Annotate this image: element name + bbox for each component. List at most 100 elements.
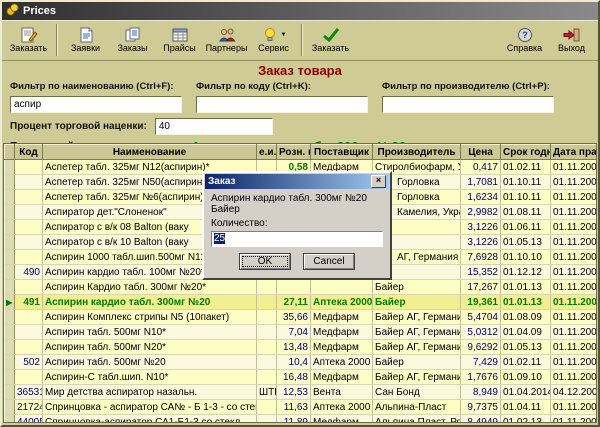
cell: 7,04 (277, 325, 311, 340)
cell: 01.11.2008 (551, 325, 598, 340)
table-row[interactable]: Аспирин Кардио табл. 300мг №20*Байер17,2… (5, 280, 598, 295)
toolbar-button-service[interactable]: ▼ Сервис (250, 21, 297, 59)
table-row[interactable]: 36531Мир детства аспиратор назальн.ШТК12… (5, 385, 598, 400)
cell: Медфарм (311, 370, 373, 385)
row-marker-cell (5, 265, 15, 280)
cell: 1,7081 (461, 175, 501, 190)
cell (257, 370, 277, 385)
cell: 8,949 (461, 385, 501, 400)
table-row[interactable]: 502Аспирин табл. 500мг №2010,4Аптека 200… (5, 355, 598, 370)
main-toolbar: Заказать Заявки Заказы Прайсы Партнеры (2, 20, 598, 61)
row-marker-cell (5, 190, 15, 205)
filter-code-label: Фильтр по коду (Ctrl+K): (196, 81, 368, 92)
toolbar-button-label: Заявки (71, 43, 100, 54)
cell: 1,7676 (461, 370, 501, 385)
cell: 5,4704 (461, 310, 501, 325)
toolbar-button-requests[interactable]: Заявки (62, 21, 109, 59)
cell (311, 280, 373, 295)
table-row[interactable]: ▶491Аспирин кардио табл. 300мг №2027,11А… (5, 295, 598, 310)
column-header[interactable]: Код (15, 145, 43, 160)
ok-button[interactable]: OK (239, 253, 291, 270)
cell (257, 355, 277, 370)
cell: 01.04.11 (501, 400, 551, 415)
dialog-body: Аспирин кардио табл. 300мг №20 Байер Кол… (204, 190, 390, 270)
table-row[interactable]: Аспирин Комплекс стрипы N5 (10пакет)35,6… (5, 310, 598, 325)
filter-name-input[interactable] (10, 96, 182, 113)
cell: 36531 (15, 385, 43, 400)
cell (257, 340, 277, 355)
window-titlebar[interactable]: Prices (2, 2, 598, 20)
column-header[interactable]: Цена (461, 145, 501, 160)
column-header[interactable]: Поставщик (311, 145, 373, 160)
row-marker-cell (5, 370, 15, 385)
filter-code-input[interactable] (196, 96, 368, 113)
cell: Аспирин табл. 500мг №20 (43, 355, 257, 370)
column-header[interactable]: Наименование (43, 145, 257, 160)
filter-name-label: Фильтр по наименованию (Ctrl+F): (10, 81, 182, 92)
cell (15, 250, 43, 265)
cell: 0,417 (461, 160, 501, 175)
cell: 8,4949 (461, 415, 501, 424)
cell: Аспирин Комплекс стрипы N5 (10пакет) (43, 310, 257, 325)
row-marker-cell (5, 205, 15, 220)
cell: 17,267 (461, 280, 501, 295)
column-header[interactable]: Производитель (373, 145, 461, 160)
cell: 01.11.2008 (551, 355, 598, 370)
toolbar-button-label: Прайсы (163, 43, 195, 54)
row-marker-cell (5, 325, 15, 340)
toolbar-button-exit[interactable]: Выход (548, 21, 595, 59)
toolbar-button-confirm-order[interactable]: Заказать (307, 21, 354, 59)
cell: 01.02.11 (501, 160, 551, 175)
column-header[interactable]: Розн. ц. (277, 145, 311, 160)
table-row[interactable]: Аспирин табл. 500мг N20*13,48МедфармБайе… (5, 340, 598, 355)
toolbar-button-prices[interactable]: Прайсы (156, 21, 203, 59)
filter-manufacturer-input[interactable] (382, 96, 554, 113)
dropdown-arrow-icon[interactable]: ▼ (281, 32, 287, 38)
row-marker-cell (5, 235, 15, 250)
row-marker-cell (5, 250, 15, 265)
cell: Медфарм (311, 340, 373, 355)
dialog-title: Заказ (208, 176, 236, 187)
green-check-icon (322, 26, 340, 43)
row-marker-cell (5, 280, 15, 295)
cell: 01.10.10 (501, 250, 551, 265)
cell: Альпина-Пласт (373, 400, 461, 415)
column-header[interactable]: Срок годн. (501, 145, 551, 160)
table-row[interactable]: 44005Спринцовка-аспиратор СА1-Б1-3 со ст… (5, 415, 598, 424)
column-header[interactable]: Дата прайса (551, 145, 598, 160)
cell: Байер АГ, Германия (373, 310, 461, 325)
markup-percent-input[interactable] (155, 118, 273, 135)
table-row[interactable]: Аспирин табл. 500мг N10*7,04МедфармБайер… (5, 325, 598, 340)
cell: Аспирин кардио табл. 300мг №20 (43, 295, 257, 310)
toolbar-button-order[interactable]: Заказать (5, 21, 52, 59)
toolbar-button-orders[interactable]: Заказы (109, 21, 156, 59)
cell: Медфарм (311, 325, 373, 340)
svg-text:?: ? (522, 30, 528, 40)
cell: 01.01.13 (501, 295, 551, 310)
cell: 01.11.2008 (551, 280, 598, 295)
table-row[interactable]: 21724Спринцовка - аспиратор СА№ - Б 1-3 … (5, 400, 598, 415)
toolbar-button-partners[interactable]: Партнеры (203, 21, 250, 59)
row-marker-cell (5, 340, 15, 355)
cell: 01.05.13 (501, 340, 551, 355)
cell: 27,11 (277, 295, 311, 310)
cell (15, 160, 43, 175)
toolbar-button-help[interactable]: ? Справка (501, 21, 548, 59)
cell (257, 280, 277, 295)
cell: Аспирин Кардио табл. 300мг №20* (43, 280, 257, 295)
table-row[interactable]: Аспирин-С табл.шип. N10*16,48МедфармБайе… (5, 370, 598, 385)
dialog-titlebar[interactable]: Заказ × (205, 174, 389, 189)
cell: 13,48 (277, 340, 311, 355)
cancel-button[interactable]: Cancel (303, 253, 355, 270)
cell: 502 (15, 355, 43, 370)
column-header[interactable]: е.и. (257, 145, 277, 160)
close-icon[interactable]: × (371, 175, 386, 188)
cell (15, 190, 43, 205)
row-marker-cell (5, 220, 15, 235)
cell: 44005 (15, 415, 43, 424)
cell: 01.04.09 (501, 325, 551, 340)
row-marker-cell (5, 400, 15, 415)
quantity-input[interactable]: 25 (211, 231, 383, 247)
price-table-icon (171, 26, 189, 43)
cell: 01.11.2008 (551, 250, 598, 265)
